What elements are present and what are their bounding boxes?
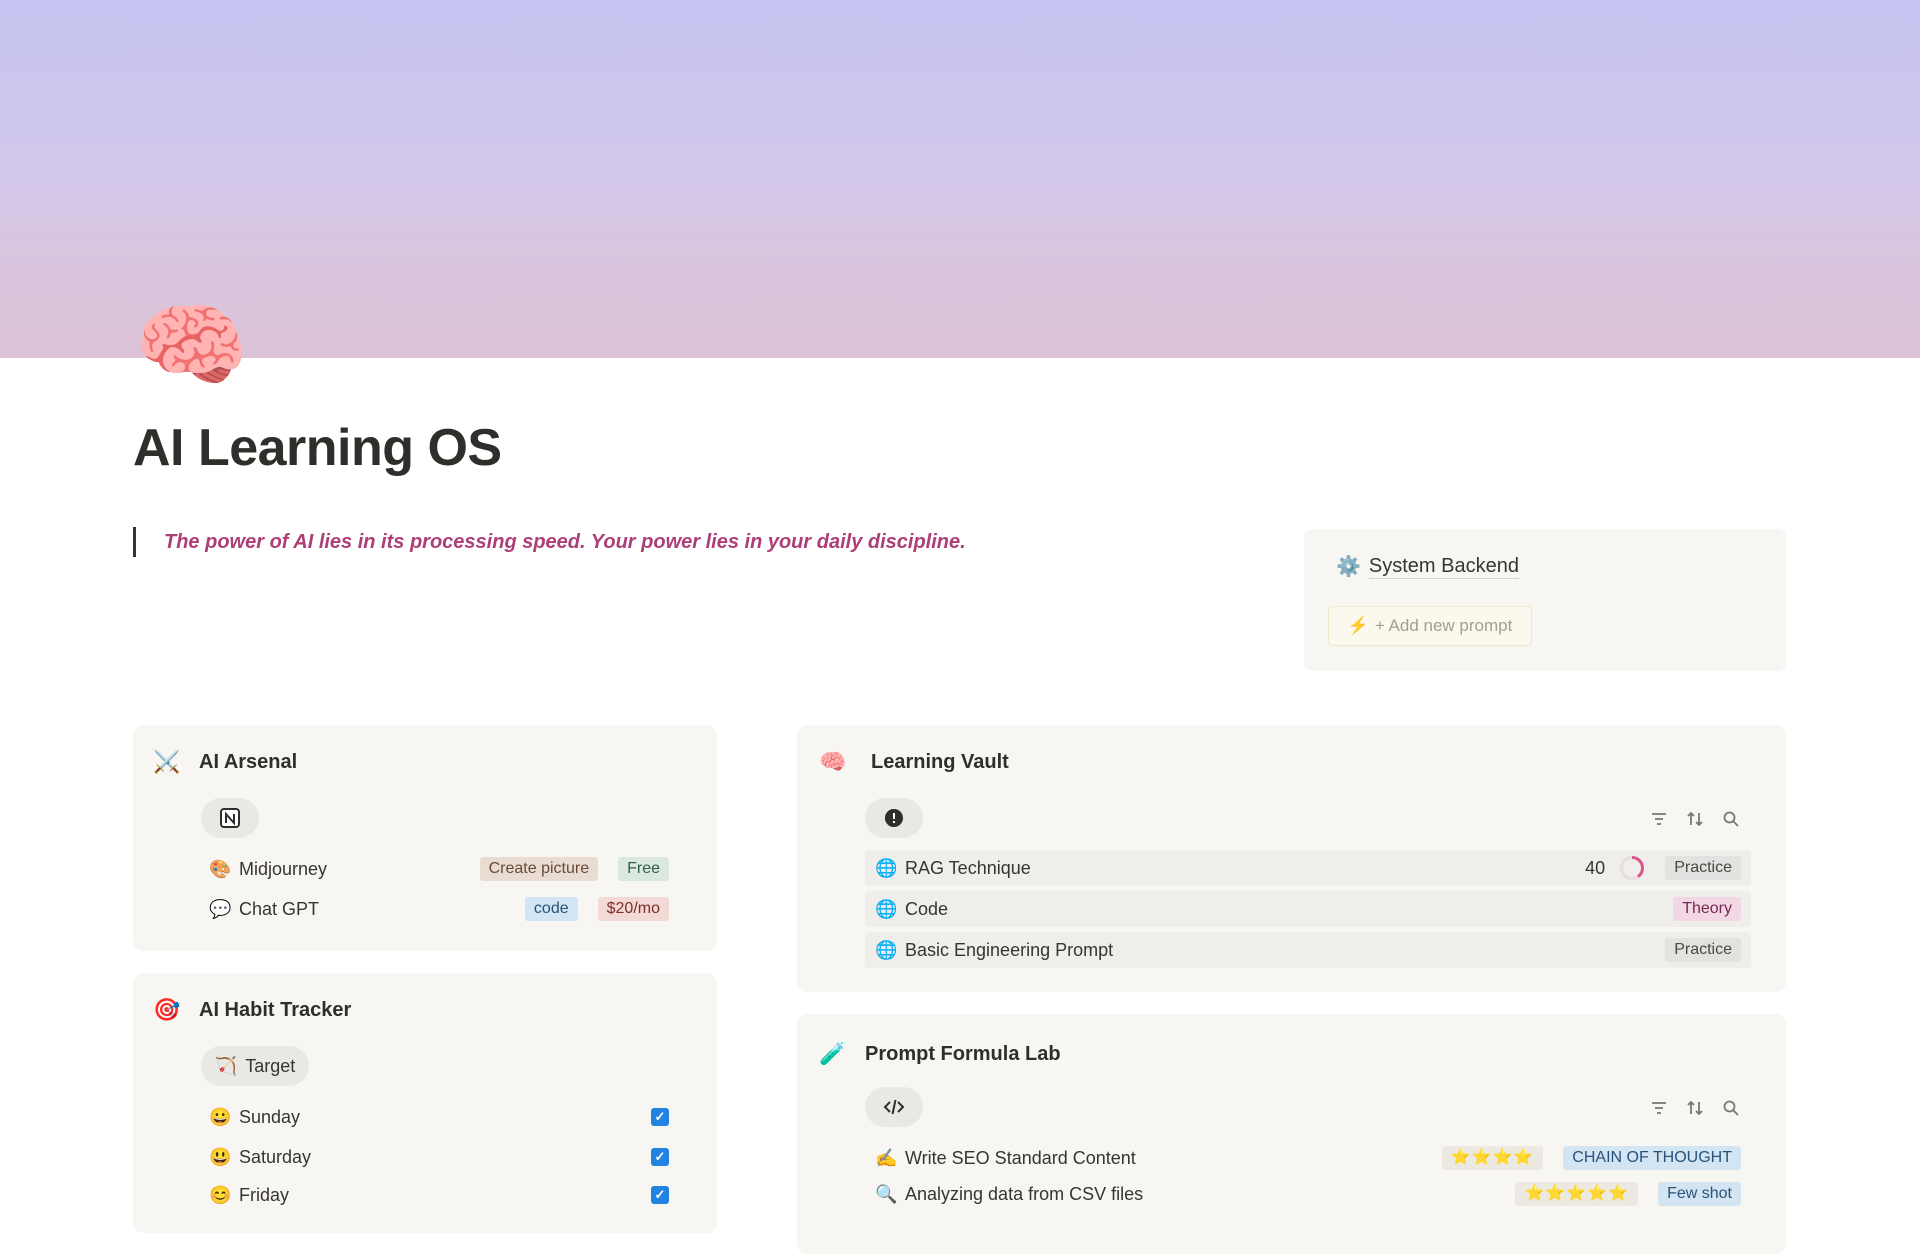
sort-icon[interactable] (1685, 809, 1705, 829)
palette-icon: 🎨 (209, 858, 232, 879)
system-backend-label: System Backend (1368, 554, 1519, 579)
tag-price: $20/mo (597, 897, 669, 921)
tag-practice: Practice (1665, 856, 1741, 880)
view-tab-label: Target (245, 1055, 296, 1076)
globe-icon: 🌐 (875, 857, 898, 878)
learning-vault-card: 🧠 Learning Vault 🌐 RAG Technique 40 Prac… (797, 725, 1786, 992)
progress-count: 40 (1585, 857, 1606, 878)
prompt-lab-title[interactable]: Prompt Formula Lab (865, 1043, 1061, 1066)
sort-icon[interactable] (1685, 1098, 1705, 1118)
checkbox[interactable]: ✓ (651, 1108, 669, 1126)
magnifier-icon: 🔍 (875, 1183, 898, 1204)
view-toolbar (1649, 809, 1741, 829)
filter-icon[interactable] (1649, 1098, 1669, 1118)
page-cover[interactable] (0, 0, 1920, 358)
notion-icon (220, 808, 240, 828)
item-name: Chat GPT (239, 898, 320, 919)
grinning-face-icon: 😀 (209, 1106, 232, 1127)
lightning-icon: ⚡ (1347, 616, 1369, 635)
item-name: Saturday (239, 1146, 312, 1167)
list-item[interactable]: 🌐 Code Theory (865, 891, 1751, 927)
ai-habit-tracker-card: 🎯 AI Habit Tracker 🏹 Target 😀 Sunday ✓ 😃… (133, 973, 717, 1233)
item-name: Friday (239, 1184, 290, 1205)
tag-chain-of-thought: CHAIN OF THOUGHT (1563, 1146, 1741, 1170)
learning-vault-header: 🧠 Learning Vault (819, 749, 1009, 775)
add-new-prompt-button[interactable]: ⚡ + Add new prompt (1328, 606, 1532, 646)
smiley-face-icon: 😃 (209, 1146, 232, 1167)
tag-few-shot: Few shot (1658, 1182, 1741, 1206)
progress-ring (1620, 856, 1645, 880)
crossed-swords-icon: ⚔️ (153, 749, 181, 774)
ai-arsenal-header: ⚔️ AI Arsenal (153, 749, 297, 775)
ai-arsenal-title[interactable]: AI Arsenal (199, 751, 297, 774)
view-tab-code[interactable] (865, 1087, 923, 1127)
view-tab-target[interactable]: 🏹 Target (201, 1046, 309, 1086)
list-item[interactable]: 😊 Friday ✓ (209, 1177, 669, 1213)
item-name: Midjourney (239, 858, 328, 879)
checkbox[interactable]: ✓ (651, 1148, 669, 1166)
list-item[interactable]: 🌐 Basic Engineering Prompt Practice (865, 932, 1751, 968)
list-item[interactable]: 🔍 Analyzing data from CSV files ⭐⭐⭐⭐⭐ Fe… (865, 1176, 1751, 1212)
target-icon: 🎯 (153, 997, 181, 1022)
list-item[interactable]: 😀 Sunday ✓ (209, 1099, 669, 1135)
writing-hand-icon: ✍️ (875, 1147, 898, 1168)
list-item[interactable]: ✍️ Write SEO Standard Content ⭐⭐⭐⭐ CHAIN… (865, 1140, 1751, 1176)
add-new-prompt-label: + Add new prompt (1374, 616, 1513, 635)
checkbox[interactable]: ✓ (651, 1186, 669, 1204)
view-toolbar (1649, 1098, 1741, 1118)
list-item[interactable]: 😃 Saturday ✓ (209, 1139, 669, 1175)
globe-icon: 🌐 (875, 939, 898, 960)
habit-tracker-header: 🎯 AI Habit Tracker (153, 997, 351, 1023)
system-backend-callout: ⚙️ System Backend ⚡ + Add new prompt (1304, 529, 1786, 671)
ai-arsenal-card: ⚔️ AI Arsenal 🎨 Midjourney Create pictur… (133, 725, 717, 951)
tag-practice: Practice (1665, 938, 1741, 962)
tag-theory: Theory (1673, 897, 1741, 921)
alert-bubble-icon (885, 809, 903, 827)
learning-vault-title[interactable]: Learning Vault (871, 751, 1009, 774)
page-icon-brain[interactable]: 🧠 (134, 300, 249, 392)
smiling-face-icon: 😊 (209, 1184, 232, 1205)
tag-create-picture: Create picture (479, 857, 599, 881)
item-name: Write SEO Standard Content (905, 1147, 1136, 1168)
list-item[interactable]: 🎨 Midjourney Create picture Free (209, 851, 669, 887)
view-tab-alert[interactable] (865, 798, 923, 838)
view-tab-notion[interactable] (201, 798, 259, 838)
prompt-formula-lab-card: 🧪 Prompt Formula Lab ✍️ Write SEO Standa… (797, 1014, 1786, 1254)
tag-code: code (524, 897, 578, 921)
item-name: Code (905, 898, 949, 919)
search-icon[interactable] (1721, 1098, 1741, 1118)
list-item[interactable]: 🌐 RAG Technique 40 Practice (865, 850, 1751, 886)
search-icon[interactable] (1721, 809, 1741, 829)
code-icon (883, 1099, 905, 1115)
bow-arrow-icon: 🏹 (214, 1055, 238, 1076)
rating-stars: ⭐⭐⭐⭐⭐ (1515, 1182, 1639, 1206)
item-name: Basic Engineering Prompt (905, 939, 1114, 960)
list-item[interactable]: 💬 Chat GPT code $20/mo (209, 891, 669, 927)
filter-icon[interactable] (1649, 809, 1669, 829)
habit-tracker-title[interactable]: AI Habit Tracker (199, 999, 351, 1022)
item-name: Analyzing data from CSV files (905, 1183, 1144, 1204)
globe-icon: 🌐 (875, 898, 898, 919)
item-name: RAG Technique (905, 857, 1031, 878)
item-name: Sunday (239, 1106, 301, 1127)
prompt-lab-header: 🧪 Prompt Formula Lab (819, 1041, 1061, 1067)
quote-block: The power of AI lies in its processing s… (133, 527, 1064, 557)
rating-stars: ⭐⭐⭐⭐ (1441, 1146, 1544, 1170)
brain-icon: 🧠 (819, 749, 847, 774)
gear-icon: ⚙️ (1336, 556, 1361, 578)
system-backend-link[interactable]: ⚙️ System Backend (1336, 554, 1519, 579)
test-tube-icon: 🧪 (819, 1041, 847, 1066)
tag-free: Free (618, 857, 669, 881)
speech-bubble-icon: 💬 (209, 898, 232, 919)
page-title[interactable]: AI Learning OS (133, 418, 502, 478)
